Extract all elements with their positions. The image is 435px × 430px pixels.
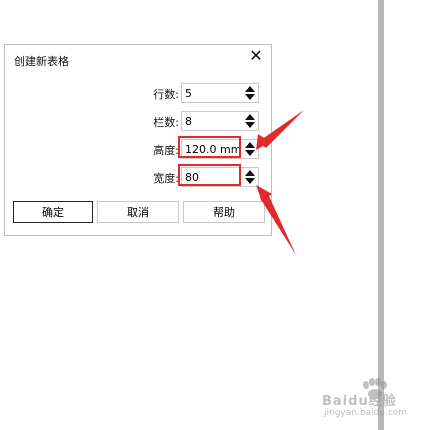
watermark-url: jingyan.baidu.com [324,408,408,418]
arrow-to-width-icon [256,185,296,255]
watermark-brand: Baidu经验 [322,394,397,409]
arrow-to-height-icon [256,110,304,150]
annotation-arrows [256,110,304,255]
baidu-jingyan-watermark: Baidu经验 jingyan.baidu.com [322,378,432,426]
